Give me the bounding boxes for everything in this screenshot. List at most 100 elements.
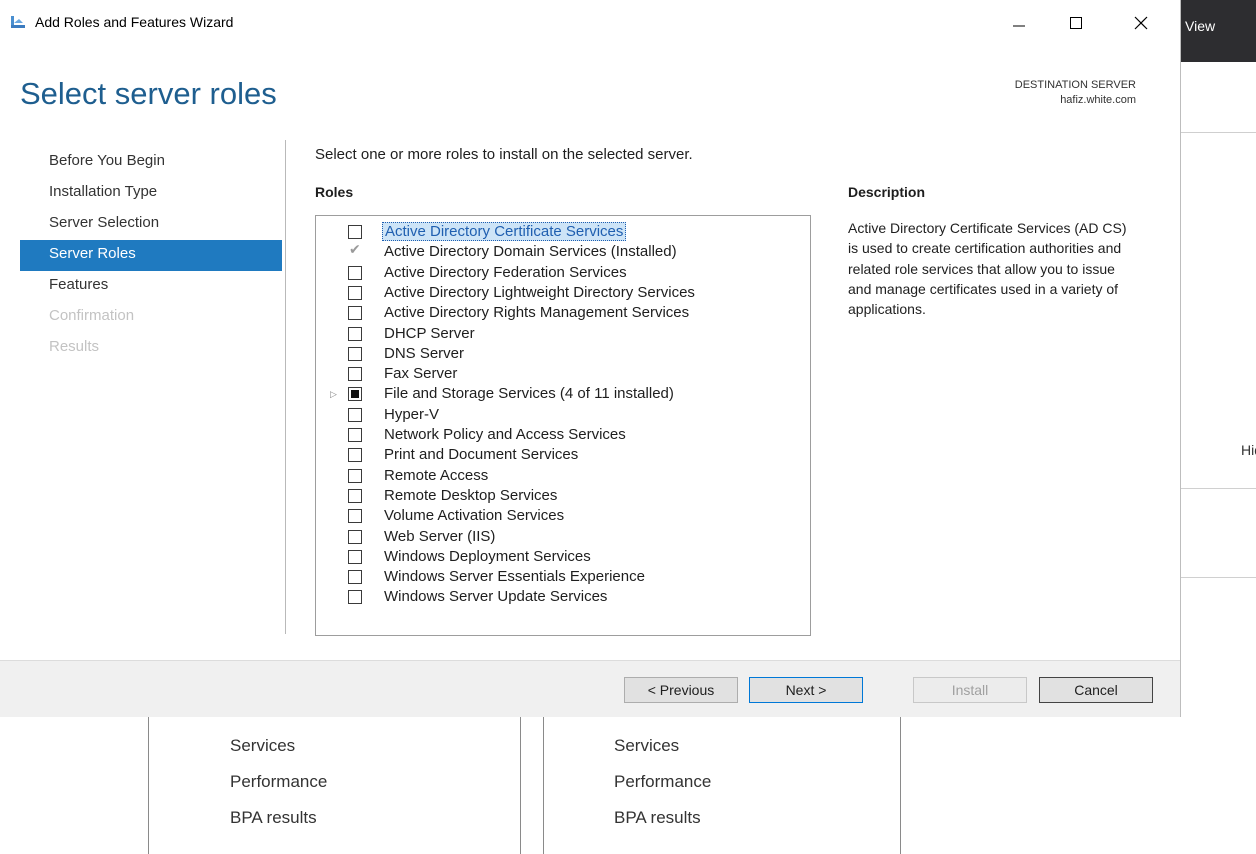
role-item[interactable]: Windows Deployment Services <box>316 547 810 567</box>
nav-divider <box>285 140 286 634</box>
role-label[interactable]: DHCP Server <box>382 325 477 342</box>
role-label[interactable]: Windows Deployment Services <box>382 548 593 565</box>
close-icon <box>1134 16 1148 30</box>
role-label[interactable]: Volume Activation Services <box>382 507 566 524</box>
role-item[interactable]: Active Directory Lightweight Directory S… <box>316 283 810 303</box>
tile-border <box>148 716 149 854</box>
install-button: Install <box>913 677 1027 703</box>
tile-services-link[interactable]: Services <box>614 736 679 756</box>
maximize-button[interactable] <box>1053 6 1099 40</box>
tile-performance-link[interactable]: Performance <box>614 772 711 792</box>
role-label[interactable]: Active Directory Federation Services <box>382 264 629 281</box>
roles-heading: Roles <box>315 184 354 200</box>
role-item[interactable]: Hyper-V <box>316 405 810 425</box>
role-label[interactable]: Active Directory Domain Services (Instal… <box>382 243 679 260</box>
role-label[interactable]: Fax Server <box>382 365 459 382</box>
role-checkbox[interactable] <box>348 407 362 422</box>
role-label[interactable]: Windows Server Update Services <box>382 588 609 605</box>
role-checkbox[interactable] <box>348 225 362 239</box>
tile-bpa-link[interactable]: BPA results <box>230 808 317 828</box>
role-label[interactable]: Web Server (IIS) <box>382 528 497 545</box>
role-item[interactable]: Network Policy and Access Services <box>316 425 810 445</box>
role-checkbox[interactable] <box>348 590 362 605</box>
partial-check-icon <box>351 390 359 399</box>
role-label[interactable]: Active Directory Certificate Services <box>382 222 627 241</box>
divider <box>1180 577 1256 578</box>
role-label[interactable]: DNS Server <box>382 345 466 362</box>
role-label[interactable]: File and Storage Services (4 of 11 insta… <box>382 385 676 402</box>
role-label[interactable]: Active Directory Lightweight Directory S… <box>382 284 697 301</box>
minimize-icon <box>1013 25 1025 27</box>
nav-step-server-roles[interactable]: Server Roles <box>20 240 282 271</box>
role-item[interactable]: Active Directory Federation Services <box>316 263 810 283</box>
role-item[interactable]: Active Directory Certificate Services <box>316 222 810 242</box>
role-checkbox[interactable] <box>348 468 362 483</box>
server-manager-menubar: View <box>1180 0 1256 62</box>
wizard-footer: < Previous Next > Install Cancel <box>0 660 1180 717</box>
role-checkbox: ✔ <box>348 241 362 260</box>
tile-border <box>900 716 901 854</box>
role-item[interactable]: DHCP Server <box>316 324 810 344</box>
view-menu[interactable]: View <box>1185 18 1215 34</box>
nav-step-installation-type[interactable]: Installation Type <box>20 178 282 209</box>
minimize-button[interactable] <box>996 6 1042 40</box>
window-title: Add Roles and Features Wizard <box>35 14 234 30</box>
role-item[interactable]: Active Directory Rights Management Servi… <box>316 303 810 323</box>
role-checkbox[interactable] <box>348 428 362 442</box>
role-item[interactable]: Print and Document Services <box>316 445 810 465</box>
expand-arrow-icon[interactable]: ▷ <box>330 389 337 400</box>
maximize-icon <box>1070 17 1082 29</box>
tile-performance-link[interactable]: Performance <box>230 772 327 792</box>
role-label[interactable]: Active Directory Rights Management Servi… <box>382 304 691 321</box>
role-label[interactable]: Network Policy and Access Services <box>382 426 628 443</box>
role-item[interactable]: ▷ File and Storage Services (4 of 11 inst… <box>316 384 810 404</box>
hide-link[interactable]: Hide <box>1241 442 1256 458</box>
role-checkbox[interactable] <box>348 265 362 280</box>
previous-button[interactable]: < Previous <box>624 677 738 703</box>
roles-list[interactable]: Active Directory Certificate Services ✔ Ac… <box>315 215 811 636</box>
next-button[interactable]: Next > <box>749 677 863 703</box>
role-checkbox[interactable] <box>348 529 362 544</box>
role-checkbox[interactable] <box>348 448 362 463</box>
destination-server: DESTINATION SERVER hafiz.white.com <box>1015 78 1136 108</box>
wizard-window: Add Roles and Features Wizard Select ser… <box>0 0 1181 717</box>
role-checkbox[interactable] <box>348 570 362 585</box>
tile-bpa-link[interactable]: BPA results <box>614 808 701 828</box>
role-checkbox[interactable] <box>348 367 362 382</box>
role-label[interactable]: Hyper-V <box>382 406 441 423</box>
role-item[interactable]: Remote Desktop Services <box>316 486 810 506</box>
wizard-app-icon <box>11 16 25 28</box>
role-checkbox[interactable] <box>348 306 362 321</box>
role-item[interactable]: DNS Server <box>316 344 810 364</box>
role-item: ✔ Active Directory Domain Services (Insta… <box>316 241 810 262</box>
role-item[interactable]: Remote Access <box>316 466 810 486</box>
cancel-button[interactable]: Cancel <box>1039 677 1153 703</box>
role-label[interactable]: Remote Desktop Services <box>382 487 559 504</box>
role-checkbox[interactable] <box>348 549 362 564</box>
role-item[interactable]: Fax Server <box>316 364 810 384</box>
destination-server-name: hafiz.white.com <box>1060 94 1136 106</box>
close-button[interactable] <box>1118 6 1164 40</box>
role-checkbox[interactable] <box>348 285 362 300</box>
role-label[interactable]: Print and Document Services <box>382 446 580 463</box>
role-checkbox[interactable] <box>348 488 362 503</box>
role-label[interactable]: Remote Access <box>382 467 490 484</box>
server-manager-side-panel <box>1180 133 1256 578</box>
nav-step-features[interactable]: Features <box>20 271 282 302</box>
server-manager-header-panel <box>1180 62 1256 133</box>
role-item[interactable]: Windows Server Update Services <box>316 587 810 607</box>
role-checkbox[interactable] <box>348 509 362 524</box>
role-item[interactable]: Windows Server Essentials Experience <box>316 567 810 587</box>
tile-border <box>543 716 544 854</box>
role-checkbox[interactable] <box>348 346 362 361</box>
role-item[interactable]: Volume Activation Services <box>316 506 810 526</box>
nav-step-server-selection[interactable]: Server Selection <box>20 209 282 240</box>
role-label[interactable]: Windows Server Essentials Experience <box>382 568 647 585</box>
role-checkbox[interactable] <box>348 387 362 402</box>
role-item[interactable]: Web Server (IIS) <box>316 527 810 547</box>
tile-services-link[interactable]: Services <box>230 736 295 756</box>
role-checkbox[interactable] <box>348 326 362 341</box>
nav-step-before-you-begin[interactable]: Before You Begin <box>20 147 282 178</box>
destination-label: DESTINATION SERVER <box>1014 79 1136 91</box>
title-bar[interactable]: Add Roles and Features Wizard <box>0 0 1180 44</box>
